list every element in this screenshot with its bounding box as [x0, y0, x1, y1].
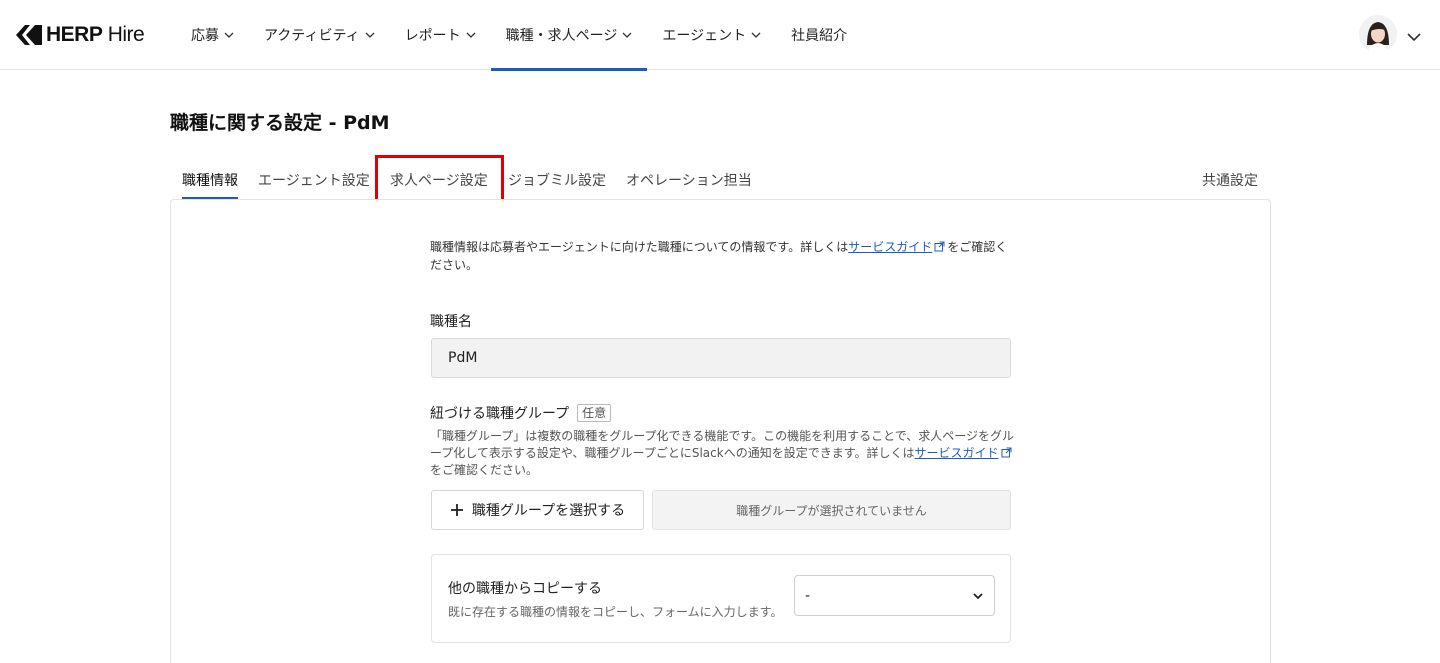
help-text-after: をご確認ください。	[430, 463, 539, 477]
chevron-down-icon	[224, 30, 234, 40]
tab-common-settings[interactable]: 共通設定	[1202, 160, 1258, 200]
brand-name: HERP Hire	[46, 23, 145, 46]
job-name-label: 職種名	[430, 314, 472, 330]
herp-hire-logo[interactable]: HERP Hire	[16, 21, 145, 49]
chevron-down-icon	[622, 30, 632, 40]
intro-text-before: 職種情報は応募者やエージェントに向けた職種についての情報です。詳しくは	[430, 240, 849, 254]
plus-icon	[450, 503, 464, 517]
no-job-group-placeholder: 職種グループが選択されていません	[652, 490, 1011, 530]
user-avatar[interactable]	[1359, 15, 1397, 53]
nav-item-reports[interactable]: レポート	[390, 0, 491, 70]
copy-from-job-title: 他の職種からコピーする	[448, 581, 602, 597]
external-link-icon	[1001, 446, 1012, 458]
copy-source-job-select[interactable]: -	[794, 575, 995, 616]
tab-job-page-settings[interactable]: 求人ページ設定	[390, 160, 488, 200]
job-group-label-text: 紐づける職種グループ	[430, 406, 570, 422]
account-menu-chevron-icon[interactable]	[1406, 28, 1422, 42]
nav-item-activity[interactable]: アクティビティ	[249, 0, 390, 70]
nav-label: レポート	[404, 28, 461, 44]
nav-label: 応募	[191, 28, 219, 44]
main-nav: 応募 アクティビティ レポート 職種・求人ページ エージェント 社員紹介	[176, 0, 862, 71]
nav-item-jobs[interactable]: 職種・求人ページ	[490, 0, 648, 71]
select-job-group-button[interactable]: 職種グループを選択する	[431, 490, 644, 530]
settings-tabs: 職種情報 エージェント設定 求人ページ設定 ジョブミル設定 オペレーション担当 …	[170, 160, 1270, 200]
nav-item-applications[interactable]: 応募	[176, 0, 249, 70]
tab-job-info[interactable]: 職種情報	[182, 160, 238, 200]
copy-from-job-description: 既に存在する職種の情報をコピーし、フォームに入力します。	[448, 605, 783, 619]
chevron-down-icon	[365, 30, 375, 40]
service-guide-link[interactable]: サービスガイド	[848, 240, 932, 254]
nav-label: エージェント	[662, 28, 747, 44]
page-title: 職種に関する設定 - PdM	[170, 112, 390, 134]
nav-label: アクティビティ	[264, 28, 360, 44]
copy-from-job-card: 他の職種からコピーする 既に存在する職種の情報をコピーし、フォームに入力します。…	[431, 554, 1011, 643]
external-link-icon	[934, 239, 945, 252]
tab-operation-owner[interactable]: オペレーション担当	[626, 160, 752, 200]
nav-label: 職種・求人ページ	[505, 28, 618, 44]
chevron-down-icon	[972, 590, 984, 602]
herp-logo-icon	[16, 23, 42, 47]
top-navigation-bar: HERP Hire 応募 アクティビティ レポート 職種・求人ページ エージェン…	[0, 0, 1440, 71]
service-guide-link[interactable]: サービスガイド	[915, 446, 999, 460]
job-group-label: 紐づける職種グループ 任意	[430, 403, 612, 423]
select-job-group-label: 職種グループを選択する	[471, 503, 626, 519]
tab-jobmill-settings[interactable]: ジョブミル設定	[508, 160, 606, 200]
copy-select-value: -	[805, 587, 811, 604]
chevron-down-icon	[466, 30, 476, 40]
intro-text: 職種情報は応募者やエージェントに向けた職種についての情報です。詳しくはサービスガ…	[430, 238, 1015, 274]
chevron-down-icon	[751, 30, 761, 40]
tab-agent-settings[interactable]: エージェント設定	[258, 160, 370, 200]
nav-item-referrals[interactable]: 社員紹介	[776, 0, 862, 70]
nav-item-agents[interactable]: エージェント	[647, 0, 776, 70]
nav-label: 社員紹介	[791, 28, 848, 44]
optional-badge: 任意	[577, 404, 612, 422]
job-group-help-text: 「職種グループ」は複数の職種をグループ化できる機能です。この機能を利用することで…	[430, 428, 1015, 479]
job-name-input[interactable]: PdM	[431, 338, 1011, 378]
